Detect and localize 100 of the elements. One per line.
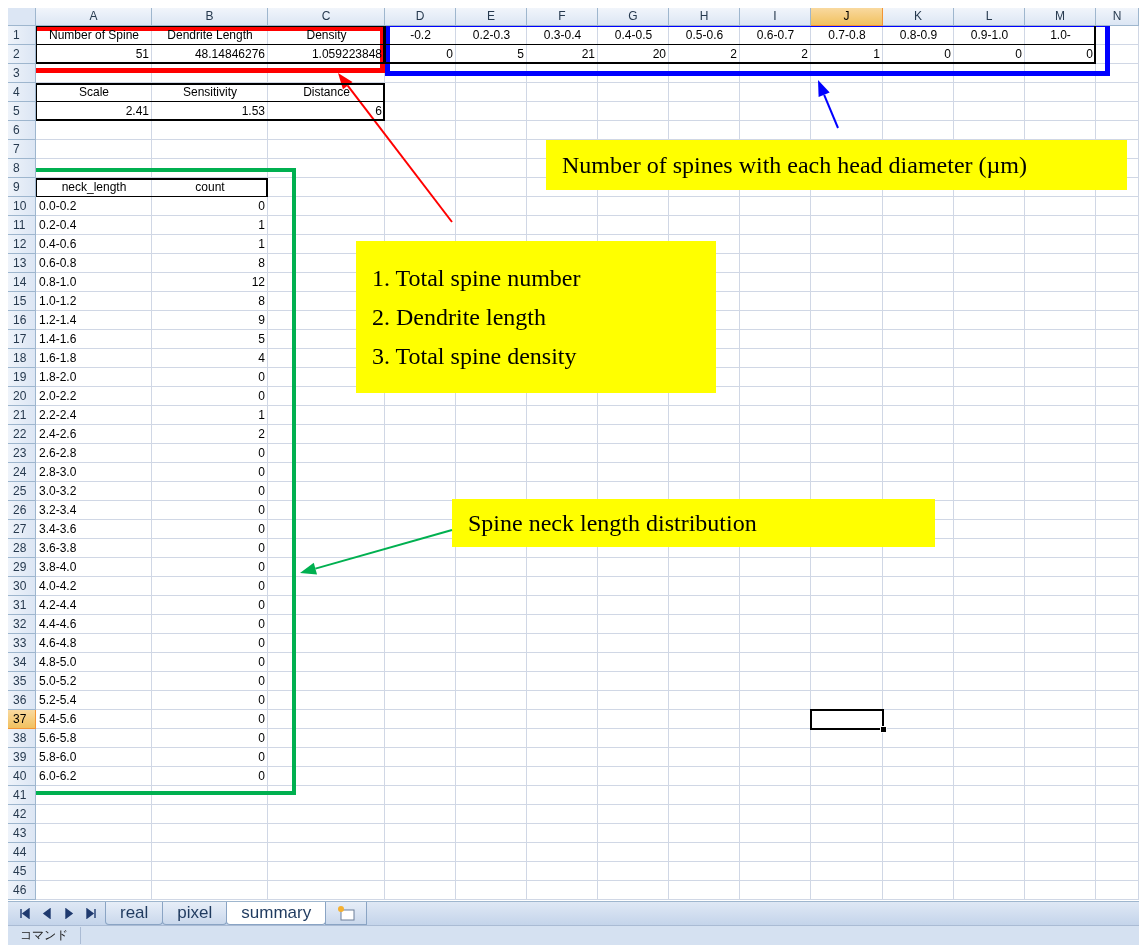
row-header[interactable]: 22 xyxy=(8,425,36,444)
column-header[interactable]: G xyxy=(598,8,669,26)
row-header[interactable]: 41 xyxy=(8,786,36,805)
row-header[interactable]: 31 xyxy=(8,596,36,615)
row-header[interactable]: 3 xyxy=(8,64,36,83)
table-header: Dendrite Length xyxy=(152,26,268,45)
row-header[interactable]: 29 xyxy=(8,558,36,577)
row-header[interactable]: 32 xyxy=(8,615,36,634)
status-text: コマンド xyxy=(8,927,81,944)
row-header[interactable]: 8 xyxy=(8,159,36,178)
table-cell-text: 2.4-2.6 xyxy=(38,426,78,443)
table-cell-text: 3.4-3.6 xyxy=(38,521,78,538)
last-sheet-icon[interactable] xyxy=(86,908,96,919)
table-cell-text: 0 xyxy=(257,749,266,766)
row-header[interactable]: 5 xyxy=(8,102,36,121)
row-header[interactable]: 1 xyxy=(8,26,36,45)
row-header[interactable]: 10 xyxy=(8,197,36,216)
row-header[interactable]: 9 xyxy=(8,178,36,197)
table-cell-text: 0.8-1.0 xyxy=(38,274,78,291)
table-header: 0.4-0.5 xyxy=(598,26,669,45)
row-header[interactable]: 23 xyxy=(8,444,36,463)
sheet-tab[interactable]: pixel xyxy=(162,902,228,925)
row-header[interactable]: 38 xyxy=(8,729,36,748)
column-header[interactable]: E xyxy=(456,8,527,26)
column-header[interactable]: K xyxy=(883,8,954,26)
row-header[interactable]: 42 xyxy=(8,805,36,824)
next-sheet-icon[interactable] xyxy=(64,908,74,919)
row-header[interactable]: 20 xyxy=(8,387,36,406)
table-cell-text: 3.2-3.4 xyxy=(38,502,78,519)
callout-text: Spine neck length distribution xyxy=(468,509,757,537)
row-header[interactable]: 2 xyxy=(8,45,36,64)
column-header[interactable]: C xyxy=(268,8,385,26)
table-cell-text: 6.0-6.2 xyxy=(38,768,78,785)
table-header: -0.2 xyxy=(385,26,456,45)
table-cell-text: 0 xyxy=(257,730,266,747)
row-header[interactable]: 18 xyxy=(8,349,36,368)
row-header[interactable]: 35 xyxy=(8,672,36,691)
row-header[interactable]: 15 xyxy=(8,292,36,311)
table-cell-text: 0 xyxy=(257,768,266,785)
row-header[interactable]: 27 xyxy=(8,520,36,539)
row-header[interactable]: 45 xyxy=(8,862,36,881)
column-header[interactable]: F xyxy=(527,8,598,26)
column-header[interactable]: L xyxy=(954,8,1025,26)
row-header[interactable]: 4 xyxy=(8,83,36,102)
first-sheet-icon[interactable] xyxy=(20,908,30,919)
row-header[interactable]: 7 xyxy=(8,140,36,159)
table-cell-text: 0 xyxy=(257,388,266,405)
row-header[interactable]: 13 xyxy=(8,254,36,273)
column-header[interactable]: M xyxy=(1025,8,1096,26)
row-header[interactable]: 28 xyxy=(8,539,36,558)
insert-sheet-button[interactable] xyxy=(325,902,368,925)
column-header[interactable]: J xyxy=(811,8,883,26)
table-cell-text: 4.6-4.8 xyxy=(38,635,78,652)
row-header[interactable]: 26 xyxy=(8,501,36,520)
row-header[interactable]: 16 xyxy=(8,311,36,330)
previous-sheet-icon[interactable] xyxy=(42,908,52,919)
column-header[interactable]: A xyxy=(36,8,152,26)
row-header[interactable]: 40 xyxy=(8,767,36,786)
row-header[interactable]: 19 xyxy=(8,368,36,387)
fill-handle[interactable] xyxy=(880,726,887,733)
column-header[interactable]: D xyxy=(385,8,456,26)
row-header[interactable]: 30 xyxy=(8,577,36,596)
row-header[interactable]: 14 xyxy=(8,273,36,292)
row-header[interactable]: 46 xyxy=(8,881,36,900)
table-cell-text: 2.6-2.8 xyxy=(38,445,78,462)
row-header[interactable]: 25 xyxy=(8,482,36,501)
callout-text: 1. Total spine number xyxy=(372,264,581,292)
table-cell-text: 0.0-0.2 xyxy=(38,198,78,215)
table-cell-text: 0 xyxy=(257,198,266,215)
table-cell-text: 2.8-3.0 xyxy=(38,464,78,481)
table-cell: 2.41 xyxy=(36,102,152,121)
column-header[interactable]: N xyxy=(1096,8,1139,26)
row-header[interactable]: 36 xyxy=(8,691,36,710)
table-cell-text: 1.8-2.0 xyxy=(38,369,78,386)
column-header[interactable]: H xyxy=(669,8,740,26)
table-cell-text: 2 xyxy=(257,426,266,443)
row-header[interactable]: 34 xyxy=(8,653,36,672)
row-header[interactable]: 6 xyxy=(8,121,36,140)
column-header[interactable]: B xyxy=(152,8,268,26)
table-header: 0.2-0.3 xyxy=(456,26,527,45)
row-header[interactable]: 37 xyxy=(8,710,36,729)
row-header[interactable]: 12 xyxy=(8,235,36,254)
column-header[interactable]: I xyxy=(740,8,811,26)
table-cell-text: 3.8-4.0 xyxy=(38,559,78,576)
table-cell-text: 0 xyxy=(257,483,266,500)
table-cell-text: 0 xyxy=(257,369,266,386)
row-header[interactable]: 33 xyxy=(8,634,36,653)
table-header: Sensitivity xyxy=(152,83,268,102)
table-cell: 48.14846276 xyxy=(152,45,268,64)
row-header[interactable]: 44 xyxy=(8,843,36,862)
row-header[interactable]: 43 xyxy=(8,824,36,843)
row-header[interactable]: 17 xyxy=(8,330,36,349)
table-cell-text: 0 xyxy=(257,673,266,690)
row-header[interactable]: 21 xyxy=(8,406,36,425)
row-header[interactable]: 24 xyxy=(8,463,36,482)
sheet-tab[interactable]: real xyxy=(105,902,164,925)
row-header[interactable]: 39 xyxy=(8,748,36,767)
arrow xyxy=(818,80,839,129)
row-header[interactable]: 11 xyxy=(8,216,36,235)
sheet-tab[interactable]: summary xyxy=(226,902,327,925)
